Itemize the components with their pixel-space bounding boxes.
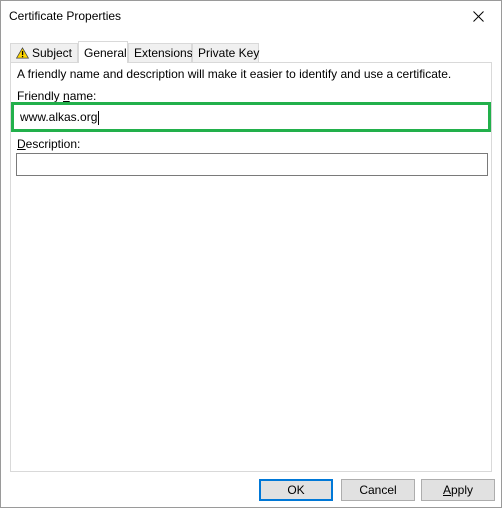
friendly-name-label: Friendly name: (17, 89, 96, 103)
description-label: Description: (17, 137, 80, 151)
tab-extensions-label: Extensions (134, 46, 193, 60)
tab-private-key[interactable]: Private Key (192, 43, 259, 62)
tab-private-key-label: Private Key (198, 46, 260, 60)
apply-button[interactable]: Apply (421, 479, 495, 501)
tab-general[interactable]: General (78, 41, 128, 63)
ok-button[interactable]: OK (259, 479, 333, 501)
cancel-button[interactable]: Cancel (341, 479, 415, 501)
cancel-button-label: Cancel (359, 483, 397, 497)
tab-subject-label: Subject (31, 46, 72, 60)
apply-button-label: Apply (443, 483, 473, 497)
text-caret (98, 110, 100, 125)
tab-extensions[interactable]: Extensions (128, 43, 193, 62)
ok-button-label: OK (287, 483, 305, 497)
description-accesskey: D (17, 137, 26, 151)
friendly-name-value: www.alkas.org (20, 110, 98, 124)
description-input[interactable] (16, 153, 488, 176)
close-icon (472, 11, 484, 22)
window-title: Certificate Properties (9, 9, 122, 23)
tab-subject[interactable]: Subject (10, 43, 78, 62)
description-label-post: escription: (25, 137, 81, 151)
apply-accesskey: A (442, 483, 451, 497)
tab-general-label: General (84, 45, 127, 60)
friendly-name-accesskey: n (63, 89, 70, 103)
title-bar: Certificate Properties (1, 1, 501, 32)
friendly-name-label-post: ame: (69, 89, 97, 103)
friendly-name-input[interactable]: www.alkas.org (16, 107, 486, 127)
intro-text: A friendly name and description will mak… (17, 67, 452, 81)
certificate-properties-dialog: Certificate Properties Subject General E… (0, 0, 502, 508)
friendly-name-label-pre: Friendly (17, 89, 64, 103)
warning-icon (16, 47, 29, 59)
apply-label-post: pply (451, 483, 474, 497)
close-button[interactable] (455, 1, 501, 32)
